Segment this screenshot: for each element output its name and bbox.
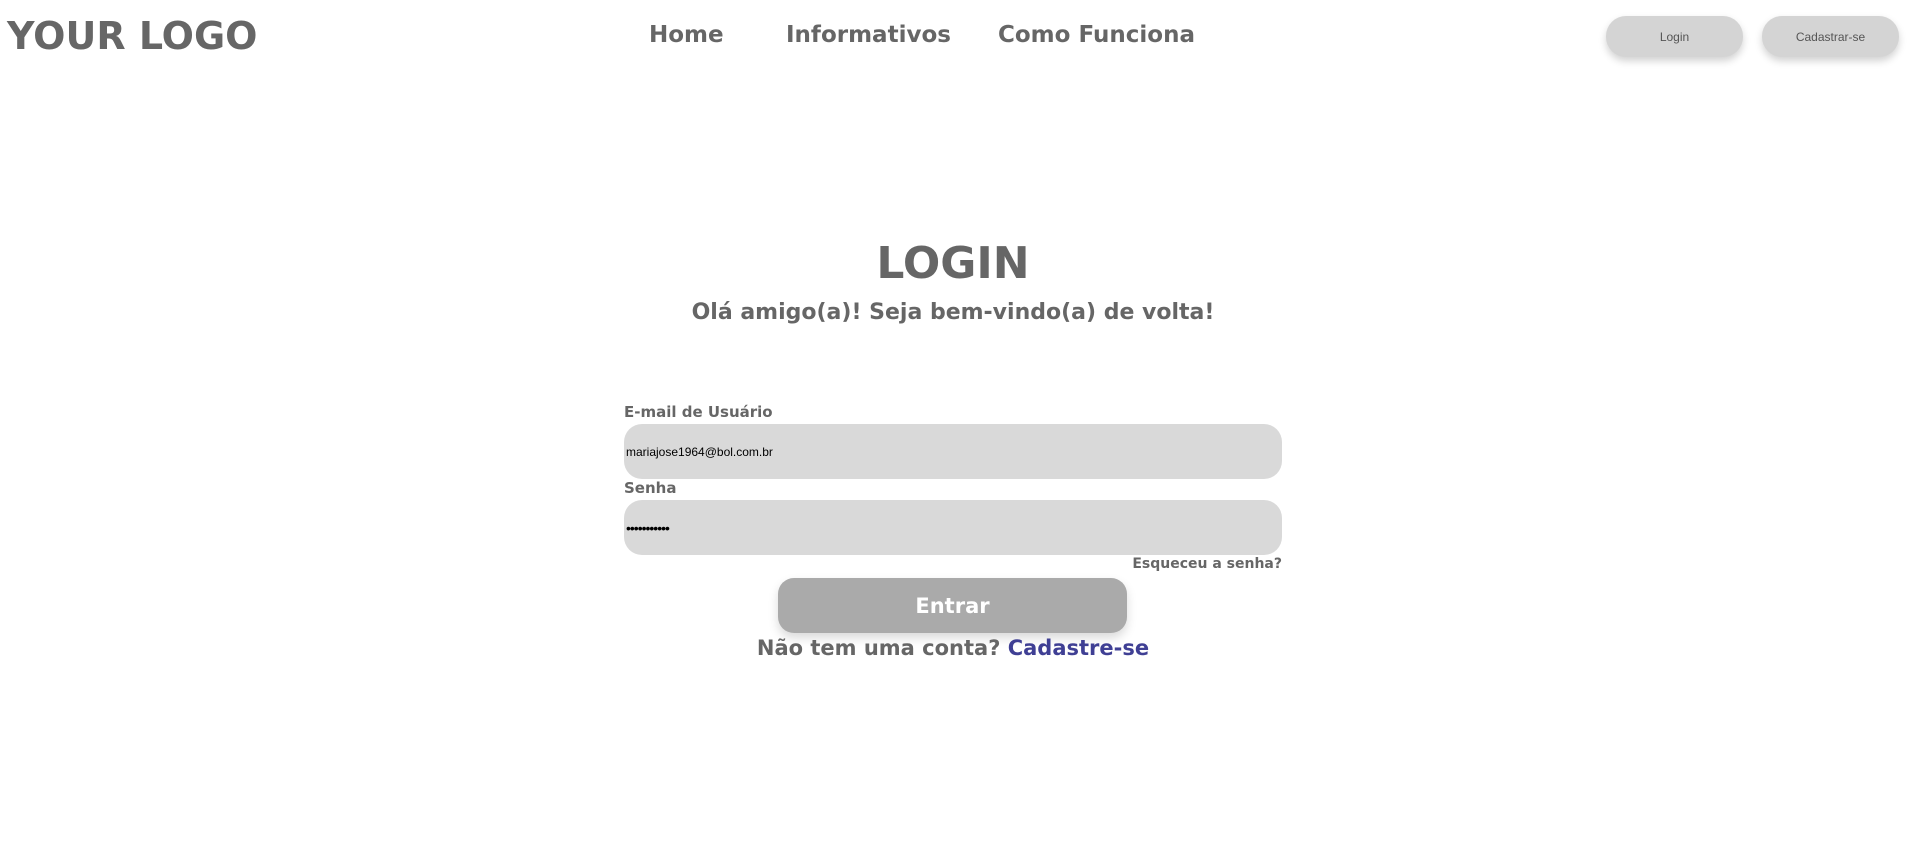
login-page: YOUR LOGO Home Informativos Como Funcion… <box>0 0 1910 855</box>
header-login-button[interactable]: Login <box>1606 16 1743 57</box>
header-signup-button[interactable]: Cadastrar-se <box>1762 16 1899 57</box>
no-account-text: Não tem uma conta? <box>756 636 1001 660</box>
email-field[interactable] <box>624 424 1282 479</box>
password-label: Senha <box>624 479 677 497</box>
nav-como-funciona-link[interactable]: Como Funciona <box>998 22 1195 48</box>
forgot-password-link[interactable]: Esqueceu a senha? <box>1100 556 1282 572</box>
password-field[interactable] <box>624 500 1282 555</box>
submit-login-button[interactable]: Entrar <box>778 578 1127 633</box>
signup-prompt: Não tem uma conta? Cadastre-se <box>0 636 1906 660</box>
nav-informativos-link[interactable]: Informativos <box>786 22 951 48</box>
page-title: LOGIN <box>876 238 1030 289</box>
email-label: E-mail de Usuário <box>624 403 773 421</box>
nav-home-link[interactable]: Home <box>649 22 724 48</box>
page-subtitle: Olá amigo(a)! Seja bem-vindo(a) de volta… <box>691 300 1215 325</box>
signup-link[interactable]: Cadastre-se <box>1008 636 1149 660</box>
